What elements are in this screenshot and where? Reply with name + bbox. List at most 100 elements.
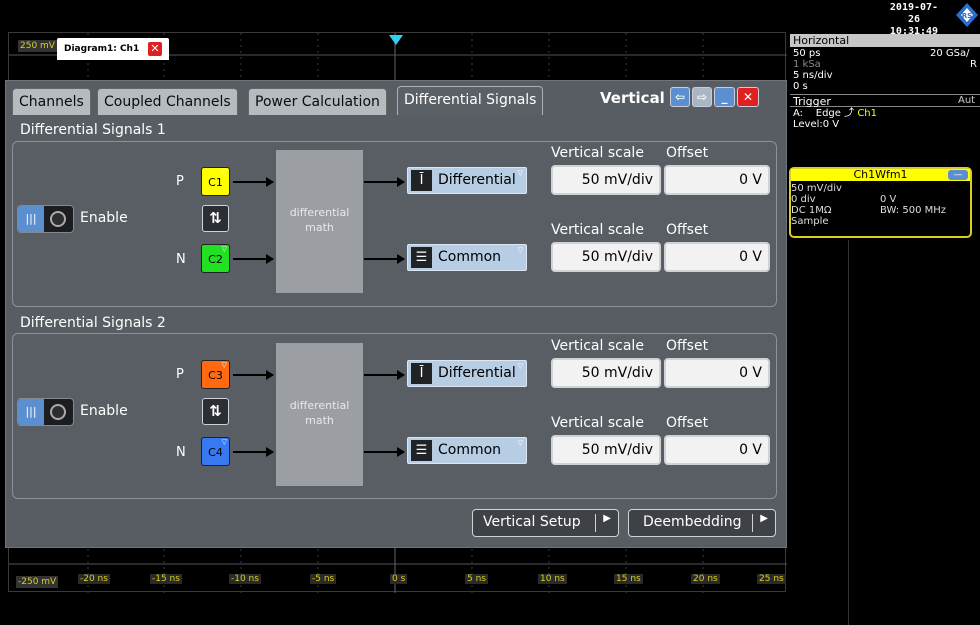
channel-title: Ch1Wfm1 [791, 169, 970, 181]
channel-label: C2 [208, 253, 223, 266]
y-scale-top: 250 mV [18, 40, 57, 52]
dialog-title: Vertical [600, 89, 665, 107]
trigger-level-text: Level:0 V [793, 119, 840, 130]
common-offset-field-1[interactable]: 0 V [664, 242, 770, 272]
channel-scale-text: 50 mV/div [791, 183, 842, 194]
swap-pn-button-1[interactable]: ⇅ [202, 205, 229, 232]
vertical-scale-header: Vertical scale [551, 415, 644, 431]
tab-power-calculation[interactable]: Power Calculation [248, 88, 387, 115]
play-icon: ▶ [760, 513, 768, 524]
diff-offset-field-1[interactable]: 0 V [664, 165, 770, 195]
common-label: Common [438, 249, 502, 265]
enable-toggle-2[interactable]: ||| [17, 398, 74, 426]
close-icon[interactable]: ✕ [737, 87, 759, 107]
arrow [364, 177, 405, 187]
common-waveform-button-2[interactable]: ☰ Common ▽ [407, 437, 527, 464]
differential-waveform-button-1[interactable]: Ī Differential ▽ [407, 167, 527, 194]
channel-label: C4 [208, 446, 223, 459]
enable-toggle-1[interactable]: ||| [17, 205, 74, 233]
differential-math-block: differential math [276, 343, 363, 486]
rs-logo-icon: RS [956, 3, 978, 27]
minimize-icon[interactable]: — [948, 170, 968, 180]
forward-arrow-icon[interactable]: ⇨ [692, 87, 712, 107]
vertical-setup-button[interactable]: Vertical Setup ▶ [472, 509, 619, 537]
enable-label: Enable [80, 210, 128, 226]
x-tick-label: 25 ns [757, 574, 786, 584]
channel-offset-text: 0 V [880, 194, 897, 205]
acq-mode-text: R [970, 59, 977, 70]
close-diagram-icon[interactable]: ✕ [148, 42, 162, 56]
date-text: 2019-07-26 [889, 2, 939, 25]
diff-vertical-scale-field-2[interactable]: 50 mV/div [551, 358, 661, 388]
p-label: P [176, 174, 184, 189]
channel-label: C1 [208, 176, 223, 189]
svg-text:RS: RS [962, 12, 972, 20]
p-channel-select-2[interactable]: C3 ▽ [201, 360, 230, 389]
n-label: N [176, 445, 186, 460]
diff-vertical-scale-field-1[interactable]: 50 mV/div [551, 165, 661, 195]
trigger-position-marker[interactable] [389, 35, 403, 45]
offset-header: Offset [666, 338, 709, 354]
arrow [233, 177, 274, 187]
channel-label: C3 [208, 369, 223, 382]
common-vertical-scale-field-2[interactable]: 50 mV/div [551, 435, 661, 465]
horizontal-position-text: 0 s [793, 81, 808, 92]
trigger-setup: A: Edge ⤴ Ch1 [793, 108, 877, 119]
resolution-text: 50 ps [793, 48, 821, 59]
offset-header: Offset [666, 145, 709, 161]
toggle-on-icon: ||| [18, 399, 44, 425]
horizontal-header[interactable]: Horizontal [790, 34, 980, 47]
clock: 2019-07-26 10:31:49 [884, 2, 944, 38]
channel-position-text: 0 div [791, 194, 816, 205]
n-channel-select-1[interactable]: C2 ▽ [201, 244, 230, 273]
minimize-icon[interactable]: _ [714, 87, 735, 107]
group-title: Differential Signals 1 [20, 122, 166, 138]
differential-math-block: differential math [276, 150, 363, 293]
x-tick-label: 0 s [390, 574, 408, 584]
channel-bandwidth-text: BW: 500 MHz [880, 205, 947, 216]
time-scale-text: 5 ns/div [793, 70, 833, 81]
n-label: N [176, 252, 186, 267]
common-icon: ☰ [411, 440, 432, 461]
arrow [233, 447, 274, 457]
x-tick-label: 10 ns [538, 574, 567, 584]
diff-offset-field-2[interactable]: 0 V [664, 358, 770, 388]
trigger-header[interactable]: Trigger [790, 94, 980, 108]
back-arrow-icon[interactable]: ⇦ [670, 87, 690, 107]
arrow [364, 254, 405, 264]
x-tick-label: -10 ns [229, 574, 261, 584]
divider [848, 240, 849, 625]
channel-acq-mode-text: Sample [791, 216, 829, 227]
enable-label: Enable [80, 403, 128, 419]
n-channel-select-2[interactable]: C4 ▽ [201, 437, 230, 466]
trigger-source: Ch1 [857, 108, 877, 119]
x-tick-label: -5 ns [310, 574, 337, 584]
trigger-mode-text: Aut [958, 95, 976, 106]
p-channel-select-1[interactable]: C1 ▽ [201, 167, 230, 196]
tab-channels[interactable]: Channels [12, 88, 91, 115]
rising-edge-icon: ⤴ [844, 108, 855, 119]
common-icon: ☰ [411, 247, 432, 268]
common-label: Common [438, 442, 502, 458]
trigger-title: Trigger [793, 95, 831, 108]
differential-icon: Ī [411, 363, 432, 384]
trigger-source-prefix: A: [793, 108, 804, 119]
differential-waveform-button-2[interactable]: Ī Differential ▽ [407, 360, 527, 387]
deembedding-button[interactable]: Deembedding ▶ [628, 509, 776, 537]
x-tick-label: 15 ns [614, 574, 643, 584]
common-offset-field-2[interactable]: 0 V [664, 435, 770, 465]
sample-rate-text: 20 GSa/ [930, 48, 970, 59]
vertical-scale-header: Vertical scale [551, 145, 644, 161]
tab-coupled-channels[interactable]: Coupled Channels [97, 88, 238, 115]
common-vertical-scale-field-1[interactable]: 50 mV/div [551, 242, 661, 272]
p-label: P [176, 367, 184, 382]
common-waveform-button-1[interactable]: ☰ Common ▽ [407, 244, 527, 271]
status-bar [0, 0, 980, 30]
channel-coupling-text: DC 1MΩ [791, 205, 832, 216]
swap-pn-button-2[interactable]: ⇅ [202, 398, 229, 425]
arrow [364, 447, 405, 457]
tab-differential-signals[interactable]: Differential Signals [397, 86, 544, 115]
vertical-scale-header: Vertical scale [551, 222, 644, 238]
toggle-knob [50, 404, 66, 420]
x-tick-label: -15 ns [150, 574, 182, 584]
